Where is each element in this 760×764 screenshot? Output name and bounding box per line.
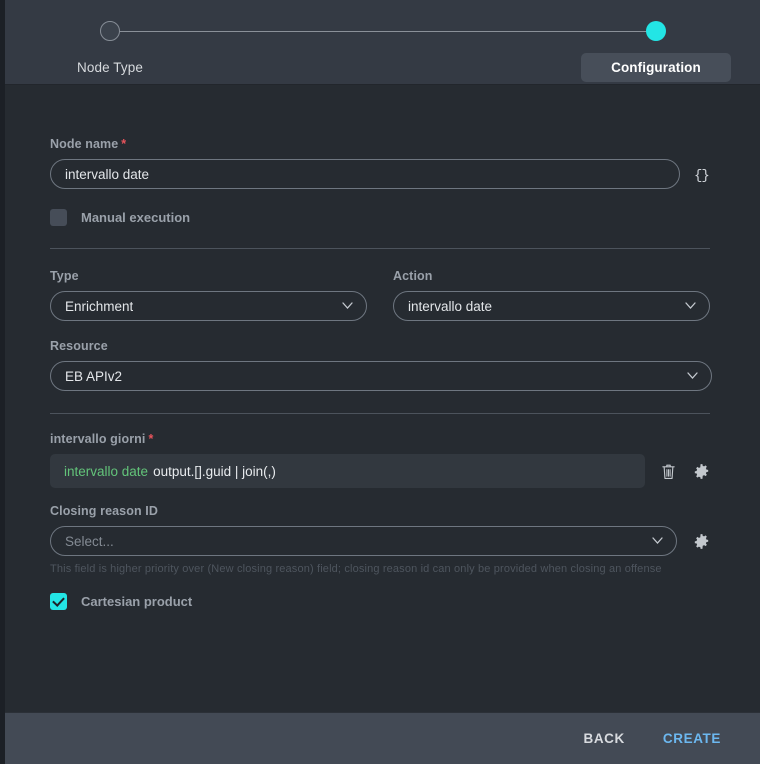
resource-field-wrap: EB APIv2 <box>50 361 712 391</box>
intervallo-giorni-row: intervallo date output.[].guid | join(,) <box>50 454 710 488</box>
closing-reason-select-wrap: Select... <box>50 526 677 556</box>
action-label: Action <box>393 269 710 283</box>
back-button[interactable]: BACK <box>569 723 638 754</box>
type-label: Type <box>50 269 367 283</box>
step-dot-configuration[interactable] <box>646 21 666 41</box>
closing-reason-placeholder: Select... <box>65 534 114 549</box>
cartesian-product-label: Cartesian product <box>81 594 192 609</box>
closing-reason-helper-text: This field is higher priority over (New … <box>50 563 710 575</box>
gear-icon[interactable] <box>693 462 710 480</box>
gear-icon[interactable] <box>692 532 710 550</box>
expression-token: intervallo date <box>64 464 148 479</box>
step-dot-node-type[interactable] <box>100 21 120 41</box>
type-select[interactable]: Enrichment <box>50 291 367 321</box>
type-select-value: Enrichment <box>65 299 133 314</box>
configuration-form: Node name* {} Manual execution Type Enri… <box>0 85 760 712</box>
chevron-down-icon <box>687 372 698 379</box>
chevron-down-icon <box>342 302 353 309</box>
node-name-field-wrap: Node name* <box>50 137 680 189</box>
step-label-node-type: Node Type <box>61 53 159 82</box>
left-edge-strip <box>0 0 5 764</box>
stepper-track-line <box>108 31 652 32</box>
node-name-row: Node name* {} <box>50 85 710 189</box>
closing-reason-row: Select... <box>50 526 710 556</box>
node-name-label: Node name* <box>50 137 680 151</box>
resource-select-value: EB APIv2 <box>65 369 122 384</box>
resource-row: Resource EB APIv2 <box>50 339 710 391</box>
resource-select[interactable]: EB APIv2 <box>50 361 712 391</box>
divider-top <box>50 248 710 249</box>
closing-reason-select[interactable]: Select... <box>50 526 677 556</box>
action-select-value: intervallo date <box>408 299 492 314</box>
required-asterisk: * <box>121 137 126 151</box>
resource-label: Resource <box>50 339 710 353</box>
manual-execution-label: Manual execution <box>81 210 190 225</box>
step-node-type[interactable]: Node Type <box>60 0 160 82</box>
braces-icon[interactable]: {} <box>694 168 709 189</box>
required-asterisk: * <box>148 432 153 446</box>
node-name-input[interactable] <box>50 159 680 189</box>
intervallo-giorni-section: intervallo giorni* intervallo date outpu… <box>50 432 710 488</box>
cartesian-product-checkbox[interactable] <box>50 593 67 610</box>
manual-execution-row: Manual execution <box>50 209 710 226</box>
intervallo-giorni-label: intervallo giorni* <box>50 432 710 446</box>
action-select[interactable]: intervallo date <box>393 291 710 321</box>
node-configuration-dialog: Node Type Configuration Node name* {} Ma… <box>0 0 760 764</box>
intervallo-giorni-expression-field[interactable]: intervallo date output.[].guid | join(,) <box>50 454 645 488</box>
step-configuration[interactable]: Configuration <box>581 0 731 82</box>
manual-execution-checkbox[interactable] <box>50 209 67 226</box>
type-field-wrap: Type Enrichment <box>50 269 367 321</box>
wizard-stepper: Node Type Configuration <box>0 0 760 85</box>
divider-bottom <box>50 413 710 414</box>
node-name-label-text: Node name <box>50 137 118 151</box>
step-label-configuration: Configuration <box>581 53 731 82</box>
chevron-down-icon <box>685 302 696 309</box>
dialog-footer: BACK CREATE <box>0 712 760 764</box>
closing-reason-label: Closing reason ID <box>50 504 710 518</box>
action-field-wrap: Action intervallo date <box>393 269 710 321</box>
expression-text: output.[].guid | join(,) <box>153 464 276 479</box>
trash-icon[interactable] <box>660 462 677 480</box>
closing-reason-section: Closing reason ID Select... <box>50 504 710 575</box>
chevron-down-icon <box>652 537 663 544</box>
type-action-row: Type Enrichment Action intervallo date <box>50 269 710 321</box>
create-button[interactable]: CREATE <box>649 723 735 754</box>
cartesian-product-row: Cartesian product <box>50 593 710 610</box>
intervallo-giorni-label-text: intervallo giorni <box>50 432 145 446</box>
